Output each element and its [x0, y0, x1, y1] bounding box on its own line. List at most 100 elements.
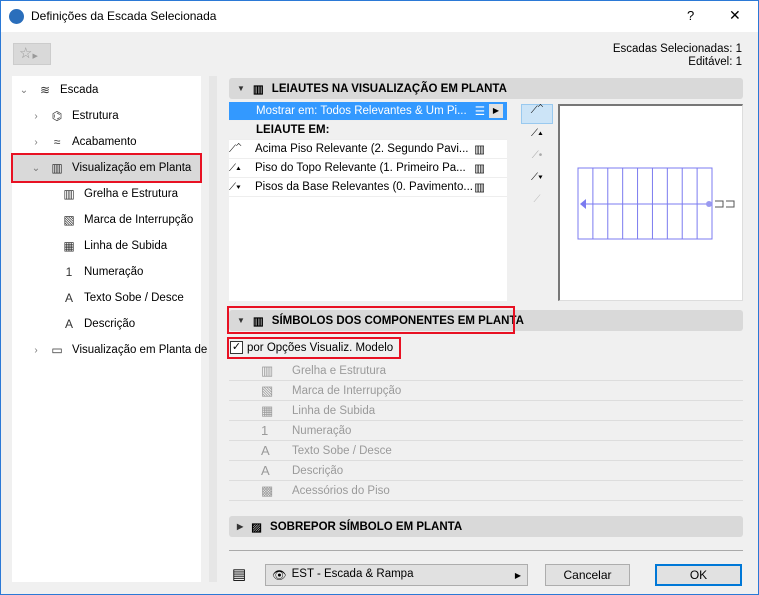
break-mark-icon: ▧ [63, 213, 75, 227]
symbol-row: ▧ Marca de Interrupção [229, 381, 743, 401]
layers-icon: ▤ [232, 566, 247, 583]
close-button[interactable]: ✕ [729, 7, 741, 24]
selection-status: Escadas Selecionadas: 1 Editável: 1 [613, 43, 742, 69]
symbol-label: Numeração [292, 424, 352, 437]
title-bar: Definições da Escada Selecionada ? ✕ [1, 1, 758, 32]
middle-floor-icon[interactable]: ⟋• [521, 146, 553, 168]
collapse-icon: ▼ [237, 84, 245, 93]
section-layouts-header[interactable]: ▼ ▥ LEIAUTES NA VISUALIZAÇÃO EM PLANTA [229, 78, 743, 99]
symbol-row: 1 Numeração [229, 421, 743, 441]
below-floor-icon[interactable]: ⟋ [521, 190, 553, 212]
tree-item-label: Escada [60, 84, 99, 96]
chevron-down-icon[interactable]: ⌄ [18, 85, 30, 96]
tree-item[interactable]: 1 Numeração [60, 260, 144, 284]
floor-plan-icon: ▥ [51, 161, 63, 175]
layout-row[interactable]: ⟋▴ Piso do Topo Relevante (1. Primeiro Pa… [229, 159, 507, 178]
layer-select[interactable]: 👁 EST - Escada & Rampa ▶ [265, 564, 528, 586]
top-floor-icon[interactable]: ⟋▴ [521, 124, 553, 146]
tree-item-label: Marca de Interrupção [84, 214, 194, 226]
stair-preview-drawing [577, 167, 735, 240]
grid-symbol-icon: ▥ [474, 144, 485, 156]
layout-row-label: Pisos da Base Relevantes (0. Pavimento..… [255, 181, 473, 193]
eye-icon: 👁 [272, 570, 287, 582]
symbol-label: Grelha e Estrutura [292, 364, 386, 377]
numbering-icon: 1 [65, 265, 73, 279]
tree-item[interactable]: › ≈ Acabamento [30, 130, 137, 154]
tree-item-label: Acabamento [72, 136, 137, 148]
highlight-frame [227, 306, 515, 334]
structure-icon: ⌬ [51, 109, 63, 123]
show-on-menu-button[interactable]: ▶ [489, 104, 503, 118]
tree-splitter[interactable] [209, 76, 217, 582]
help-button[interactable]: ? [687, 8, 694, 23]
grid-icon: ▥ [63, 187, 75, 201]
tree-item[interactable]: A Descrição [60, 312, 135, 336]
symbol-label: Linha de Subida [292, 404, 376, 417]
tree-item[interactable]: ▧ Marca de Interrupção [60, 208, 193, 232]
divider [229, 550, 743, 551]
layout-list: Mostrar em: Todos Relevantes & Um Pi... … [229, 102, 507, 301]
finish-icon: ≈ [53, 135, 61, 149]
layout-icon-bar: ⟋⌃ ⟋▴ ⟋• ⟋▾ ⟋ [521, 104, 553, 224]
bottom-floor-icon[interactable]: ⟋▾ [521, 168, 553, 190]
layer-value: EST - Escada & Rampa [291, 568, 414, 580]
chevron-down-icon[interactable]: ⌄ [30, 163, 42, 174]
symbol-label: Texto Sobe / Desce [292, 444, 392, 457]
tree-item-label: Numeração [84, 266, 144, 278]
tree-item[interactable]: › ▭ Visualização em Planta de [30, 338, 207, 362]
stair-icon: ≋ [39, 83, 51, 97]
overlay-icon: ▨ [251, 521, 263, 534]
symbol-icon: ▦ [261, 402, 274, 418]
selected-count: Escadas Selecionadas: 1 [612, 43, 742, 55]
grid-symbol-icon: ▥ [474, 163, 485, 175]
floor-layout-icon: ⟋⌃ [229, 144, 242, 155]
tree-item-label: Linha de Subida [84, 240, 168, 252]
text-icon: A [64, 291, 73, 305]
plan-preview [558, 104, 743, 301]
floors-icon: ☰ [474, 106, 485, 118]
tree-item-label: Texto Sobe / Desce [84, 292, 184, 304]
section-overlay-header[interactable]: ▶ ▨ SOBREPOR SÍMBOLO EM PLANTA [229, 516, 743, 537]
favorites-button[interactable]: ☆▶ [13, 43, 51, 65]
symbol-row: ▦ Linha de Subida [229, 401, 743, 421]
symbol-icon: A [261, 463, 270, 478]
chevron-right-icon[interactable]: › [30, 111, 42, 122]
section-title: SOBREPOR SÍMBOLO EM PLANTA [270, 520, 463, 533]
floor-layout-icon: ⟋▴ [229, 163, 241, 174]
symbol-icon: ▧ [261, 382, 274, 398]
symbol-icon: ▥ [261, 362, 274, 378]
cancel-button[interactable]: Cancelar [545, 564, 630, 586]
layout-row[interactable]: ⟋▾ Pisos da Base Relevantes (0. Pavimento… [229, 178, 507, 197]
symbol-icon: A [261, 443, 270, 458]
ok-button[interactable]: OK [655, 564, 742, 586]
highlight-frame [227, 337, 401, 359]
show-on-row[interactable]: Mostrar em: Todos Relevantes & Um Pi... … [229, 102, 507, 121]
symbol-label: Acessórios do Piso [292, 484, 390, 497]
tree-item-label: Grelha e Estrutura [84, 188, 178, 200]
star-icon: ☆ [19, 45, 33, 62]
chevron-right-icon[interactable]: › [30, 345, 42, 356]
symbol-label: Marca de Interrupção [292, 384, 402, 397]
symbol-icon: ▩ [261, 482, 274, 498]
tree-item[interactable]: ⌄ ≋ Escada [18, 78, 99, 102]
chevron-right-icon[interactable]: › [30, 137, 42, 148]
symbol-label: Descrição [292, 464, 344, 477]
tree-item[interactable]: ⌄ ▥ Visualização em Planta [11, 153, 202, 183]
tree-item[interactable]: › ⌬ Estrutura [30, 104, 118, 128]
symbol-row: A Texto Sobe / Desce [229, 441, 743, 461]
tree-item[interactable]: ▥ Grelha e Estrutura [60, 182, 178, 206]
symbol-list: ▥ Grelha e Estrutura ▧ Marca de Interrupção… [229, 361, 743, 501]
app-logo-icon [9, 9, 24, 24]
editable-count: Editável: 1 [688, 56, 742, 68]
menu-arrow-icon: ▶ [514, 570, 521, 580]
walking-line-icon: ▦ [63, 239, 75, 253]
grid-symbol-icon: ▥ [474, 182, 485, 194]
layout-row[interactable]: ⟋⌃ Acima Piso Relevante (2. Segundo Pavi.… [229, 140, 507, 159]
tree-item-label: Visualização em Planta [72, 162, 192, 174]
above-floor-icon[interactable]: ⟋⌃ [521, 104, 553, 124]
tree-item[interactable]: A Texto Sobe / Desce [60, 286, 184, 310]
section-title: LEIAUTES NA VISUALIZAÇÃO EM PLANTA [271, 82, 507, 95]
expand-icon: ▶ [237, 522, 244, 531]
tree-item[interactable]: ▦ Linha de Subida [60, 234, 167, 258]
plan-section-icon: ▭ [51, 343, 63, 357]
